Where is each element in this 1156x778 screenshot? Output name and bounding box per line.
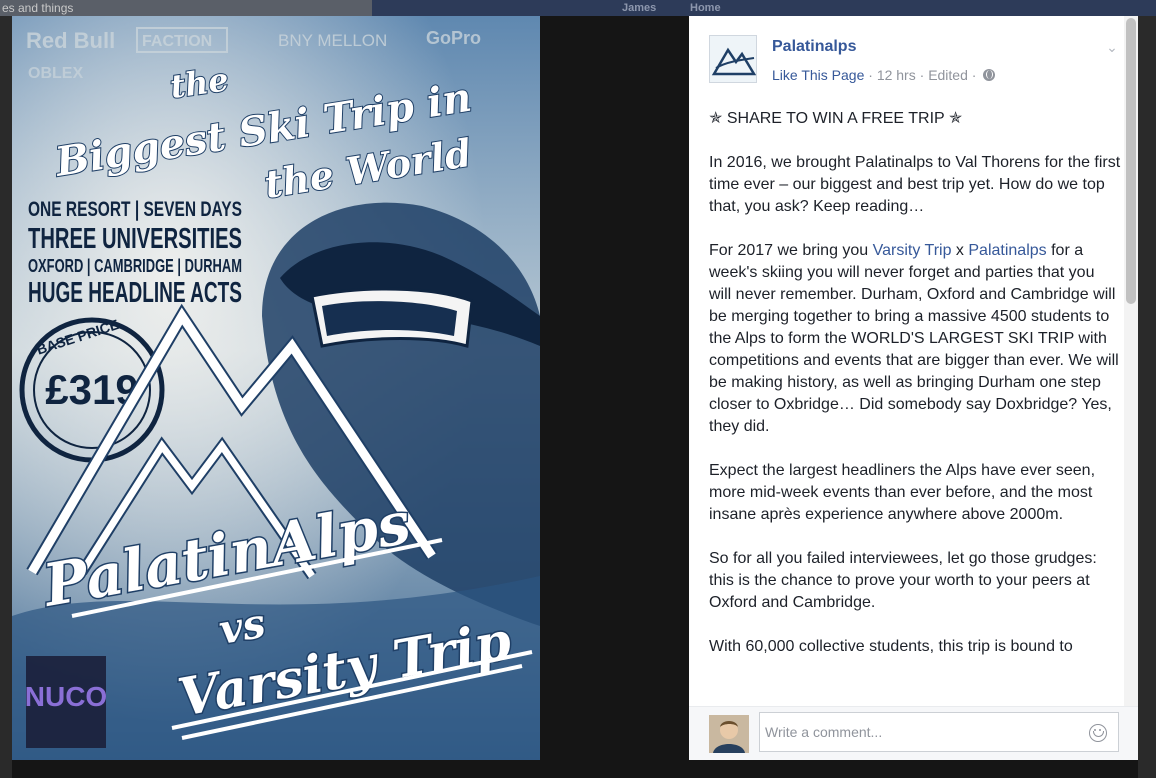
- comment-input[interactable]: [759, 712, 1119, 752]
- poster-versus: vs: [216, 600, 269, 654]
- page-name-link[interactable]: Palatinalps: [772, 38, 856, 56]
- p3-text-before: For 2017 we bring you: [709, 242, 873, 259]
- nuco-logo-text: NUCO: [25, 681, 107, 712]
- poster-tagline-2: THREE UNIVERSITIES: [28, 223, 242, 255]
- poster-tagline-3: OXFORD | CAMBRIDGE | DURHAM: [28, 256, 242, 276]
- globe-icon[interactable]: [983, 69, 996, 81]
- meta-separator-2: ·: [919, 67, 925, 83]
- background-search: es and things: [0, 0, 372, 16]
- background-nav-home: Home: [690, 2, 721, 14]
- user-avatar: [709, 715, 749, 753]
- user-photo-icon: [709, 715, 749, 753]
- post-header: Palatinalps Like This Page · 12 hrs · Ed…: [709, 35, 1118, 89]
- page-avatar[interactable]: [709, 35, 757, 83]
- post-panel: Palatinalps Like This Page · 12 hrs · Ed…: [689, 16, 1138, 760]
- post-paragraph-4: Expect the largest headliners the Alps h…: [709, 462, 1096, 523]
- meta-separator-3: ·: [971, 67, 977, 83]
- poster-tagline-4: HUGE HEADLINE ACTS: [28, 277, 242, 309]
- scrollbar[interactable]: [1124, 16, 1138, 706]
- emoji-icon[interactable]: [1089, 724, 1107, 742]
- background-left-strip: [0, 16, 12, 778]
- sponsor-redbull: Red Bull: [26, 28, 115, 53]
- p3-text-after: for a week's skiing you will never forge…: [709, 242, 1119, 435]
- like-page-link[interactable]: Like This Page: [772, 67, 864, 83]
- meta-separator-1: ·: [868, 67, 873, 83]
- post-paragraph-5: So for all you failed interviewees, let …: [709, 550, 1097, 611]
- nuco-logo: NUCO: [25, 656, 107, 748]
- post-photo[interactable]: Red Bull FACTION BNY MELLON GoPro OBLEX …: [12, 16, 540, 760]
- post-paragraph-2: In 2016, we brought Palatinalps to Val T…: [709, 154, 1121, 215]
- varsity-trip-link[interactable]: Varsity Trip: [873, 242, 952, 259]
- chevron-down-icon[interactable]: ⌄: [1104, 39, 1120, 55]
- scrollbar-thumb[interactable]: [1126, 18, 1136, 304]
- sponsor-faction: FACTION: [142, 33, 212, 50]
- post-meta: Like This Page · 12 hrs · Edited ·: [772, 67, 996, 83]
- post-body: ✯ SHARE TO WIN A FREE TRIP ✯ In 2016, we…: [709, 108, 1121, 680]
- comment-bar: [689, 706, 1138, 760]
- poster-artwork: Red Bull FACTION BNY MELLON GoPro OBLEX …: [12, 16, 540, 760]
- palatinalps-link[interactable]: Palatinalps: [968, 242, 1046, 259]
- post-scroll-area[interactable]: Palatinalps Like This Page · 12 hrs · Ed…: [689, 16, 1125, 706]
- sponsor-oblex: OBLEX: [28, 65, 83, 82]
- post-paragraph-6: With 60,000 collective students, this tr…: [709, 638, 1073, 655]
- edited-label[interactable]: Edited: [928, 67, 968, 83]
- background-nav-james: James: [622, 2, 657, 14]
- post-time[interactable]: 12 hrs: [877, 67, 916, 83]
- sponsor-gopro: GoPro: [426, 28, 481, 48]
- poster-title-the: the: [168, 60, 231, 106]
- p3-text-mid: x: [951, 242, 969, 259]
- post-paragraph-3: For 2017 we bring you Varsity Trip x Pal…: [709, 240, 1121, 438]
- poster-tagline-1: ONE RESORT | SEVEN DAYS: [28, 198, 242, 221]
- mountain-logo-icon: [710, 36, 756, 82]
- background-right-strip: [1138, 16, 1156, 778]
- post-paragraph-1: ✯ SHARE TO WIN A FREE TRIP ✯: [709, 110, 963, 127]
- sponsor-bny: BNY MELLON: [278, 31, 387, 50]
